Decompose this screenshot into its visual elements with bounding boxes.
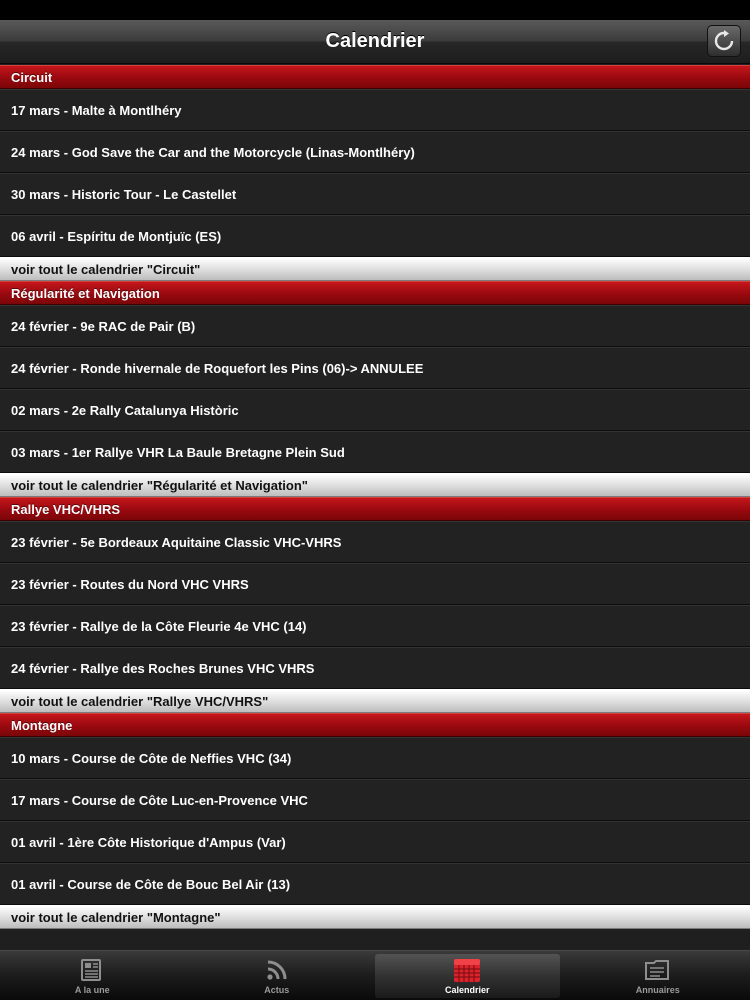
event-row[interactable]: 01 avril - 1ère Côte Historique d'Ampus … bbox=[0, 821, 750, 863]
tab-annuaires[interactable]: Annuaires bbox=[566, 951, 750, 1000]
tab-actus[interactable]: Actus bbox=[185, 951, 370, 1000]
calendar-list: Circuit 17 mars - Malte à Montlhéry 24 m… bbox=[0, 65, 750, 929]
section-header-rallye: Rallye VHC/VHRS bbox=[0, 497, 750, 521]
event-row[interactable]: 24 février - Rallye des Roches Brunes VH… bbox=[0, 647, 750, 689]
event-row[interactable]: 23 février - Routes du Nord VHC VHRS bbox=[0, 563, 750, 605]
section-header-montagne: Montagne bbox=[0, 713, 750, 737]
event-row[interactable]: 24 février - 9e RAC de Pair (B) bbox=[0, 305, 750, 347]
event-row[interactable]: 17 mars - Malte à Montlhéry bbox=[0, 89, 750, 131]
event-row[interactable]: 10 mars - Course de Côte de Neffies VHC … bbox=[0, 737, 750, 779]
event-row[interactable]: 30 mars - Historic Tour - Le Castellet bbox=[0, 173, 750, 215]
tab-label: Calendrier bbox=[444, 985, 490, 995]
event-row[interactable]: 23 février - Rallye de la Côte Fleurie 4… bbox=[0, 605, 750, 647]
rss-icon bbox=[263, 957, 291, 983]
event-row[interactable]: 24 février - Ronde hivernale de Roquefor… bbox=[0, 347, 750, 389]
see-all-circuit-link[interactable]: voir tout le calendrier "Circuit" bbox=[0, 257, 750, 281]
tab-bar: A la une Actus Calendrier Annuaires bbox=[0, 950, 750, 1000]
event-row[interactable]: 17 mars - Course de Côte Luc-en-Provence… bbox=[0, 779, 750, 821]
directory-icon bbox=[644, 957, 672, 983]
refresh-button[interactable] bbox=[707, 25, 741, 57]
tab-a-la-une[interactable]: A la une bbox=[0, 951, 185, 1000]
event-row[interactable]: 03 mars - 1er Rallye VHR La Baule Bretag… bbox=[0, 431, 750, 473]
event-row[interactable]: 01 avril - Course de Côte de Bouc Bel Ai… bbox=[0, 863, 750, 905]
refresh-icon bbox=[714, 30, 734, 51]
status-bar bbox=[0, 0, 750, 20]
tab-calendrier[interactable]: Calendrier bbox=[375, 954, 560, 998]
section-header-circuit: Circuit bbox=[0, 65, 750, 89]
section-header-regularite: Régularité et Navigation bbox=[0, 281, 750, 305]
tab-label: Annuaires bbox=[635, 985, 680, 995]
tab-label: A la une bbox=[74, 985, 110, 995]
calendar-icon bbox=[453, 957, 481, 983]
see-all-rallye-link[interactable]: voir tout le calendrier "Rallye VHC/VHRS… bbox=[0, 689, 750, 713]
newspaper-icon bbox=[78, 957, 106, 983]
event-row[interactable]: 24 mars - God Save the Car and the Motor… bbox=[0, 131, 750, 173]
event-row[interactable]: 02 mars - 2e Rally Catalunya Històric bbox=[0, 389, 750, 431]
page-title: Calendrier bbox=[325, 30, 425, 52]
event-row[interactable]: 23 février - 5e Bordeaux Aquitaine Class… bbox=[0, 521, 750, 563]
event-row[interactable]: 06 avril - Espíritu de Montjuïc (ES) bbox=[0, 215, 750, 257]
see-all-montagne-link[interactable]: voir tout le calendrier "Montagne" bbox=[0, 905, 750, 929]
see-all-regularite-link[interactable]: voir tout le calendrier "Régularité et N… bbox=[0, 473, 750, 497]
navigation-bar: Calendrier bbox=[0, 20, 750, 64]
tab-label: Actus bbox=[264, 985, 290, 995]
